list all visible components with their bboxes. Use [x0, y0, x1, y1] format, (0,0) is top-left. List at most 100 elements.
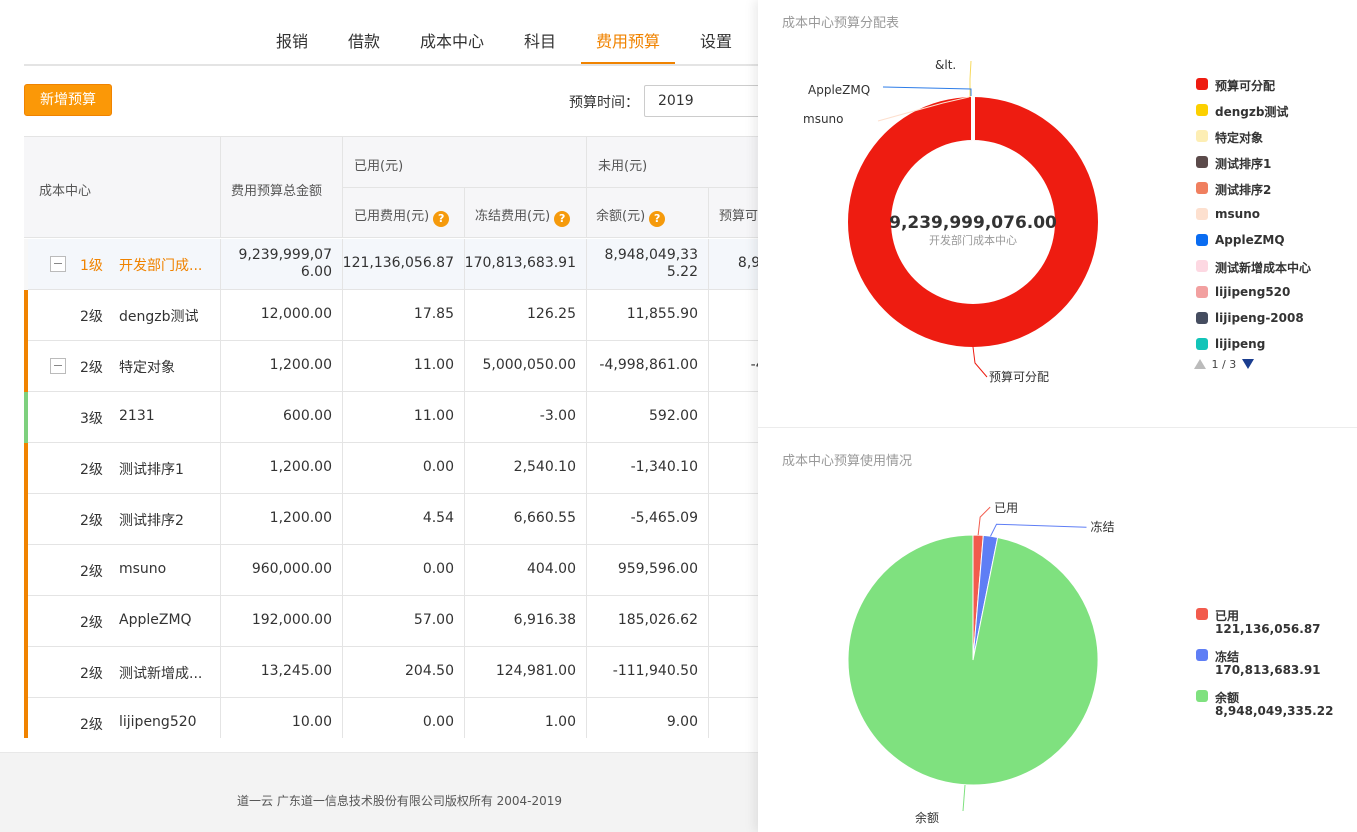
legend-label[interactable]: lijipeng: [1215, 337, 1265, 351]
cell-frozen: 404.00: [465, 545, 587, 596]
legend-label[interactable]: 测试新增成本中心: [1215, 259, 1311, 276]
cell-cost-center: 1级 开发部门成...: [24, 239, 221, 290]
cell-total: 192,000.00: [221, 596, 343, 647]
tab-cost-center[interactable]: 成本中心: [420, 28, 484, 64]
legend-swatch[interactable]: [1196, 78, 1208, 90]
cell-cost-center: 2级 测试新增成...: [24, 647, 221, 698]
header-used-expense: 已用费用(元)?: [343, 188, 465, 238]
cell-available: [709, 494, 760, 545]
add-budget-button[interactable]: 新增预算: [24, 84, 112, 116]
tab-subject[interactable]: 科目: [524, 28, 556, 64]
legend-swatch[interactable]: [1196, 690, 1208, 702]
cell-frozen-value: 6,916.38: [513, 612, 576, 628]
cell-frozen-value: 124,981.00: [495, 663, 576, 679]
legend-label[interactable]: lijipeng-2008: [1215, 311, 1304, 325]
cell-used-value: 57.00: [413, 612, 454, 628]
budget-year-label: 预算时间：: [569, 95, 639, 111]
legend-swatch[interactable]: [1196, 649, 1208, 661]
table-row[interactable]: 2级 dengzb测试 12,000.00 17.85 126.25 11,855.90: [24, 290, 760, 341]
cell-frozen: 5,000,050.00: [465, 341, 587, 392]
tab-settings[interactable]: 设置: [700, 28, 732, 64]
legend-swatch[interactable]: [1196, 234, 1208, 246]
cell-used: 0.00: [343, 443, 465, 494]
table-row[interactable]: 2级 lijipeng520 10.00 0.00 1.00 9.00: [24, 698, 760, 738]
legend-swatch[interactable]: [1196, 130, 1208, 142]
legend-swatch[interactable]: [1196, 182, 1208, 194]
legend-label[interactable]: msuno: [1215, 207, 1260, 221]
legend-swatch[interactable]: [1196, 286, 1208, 298]
row-level: 3级: [80, 411, 103, 427]
legend-swatch[interactable]: [1196, 260, 1208, 272]
table-row[interactable]: 3级 2131 600.00 11.00 -3.00 592.00: [24, 392, 760, 443]
help-icon[interactable]: ?: [554, 211, 571, 227]
table-row[interactable]: 2级 AppleZMQ 192,000.00 57.00 6,916.38 185,026…: [24, 596, 760, 647]
callout-line: [977, 506, 991, 536]
cell-frozen: 124,981.00: [465, 647, 587, 698]
donut-center-label: 开发部门成本中心: [929, 233, 1017, 247]
legend-swatch[interactable]: [1196, 608, 1208, 620]
legend-swatch[interactable]: [1196, 156, 1208, 168]
cell-used: 121,136,056.87: [343, 239, 465, 290]
tab-expense-budget[interactable]: 费用预算: [581, 28, 675, 64]
cell-used-value: 0.00: [422, 459, 454, 475]
cell-cost-center: 2级 特定对象: [24, 341, 221, 392]
legend-label[interactable]: 测试排序2: [1215, 181, 1271, 198]
legend-swatch[interactable]: [1196, 104, 1208, 116]
cell-balance-value: 9.00: [666, 714, 698, 730]
legend-label[interactable]: lijipeng520: [1215, 285, 1290, 299]
pager-down-icon[interactable]: [1241, 359, 1254, 369]
pager-up-icon[interactable]: [1194, 359, 1206, 369]
table-row[interactable]: 2级 测试排序2 1,200.00 4.54 6,660.55 -5,465.09: [24, 494, 760, 545]
cell-frozen-value: 170,813,683.91: [464, 255, 576, 271]
legend-label[interactable]: 测试排序1: [1215, 155, 1271, 172]
row-level: 1级: [80, 258, 103, 274]
top-nav: 报销 借款 成本中心 科目 费用预算 设置: [24, 0, 760, 66]
row-name: AppleZMQ: [119, 612, 192, 628]
legend-pager: 1 / 3: [1194, 358, 1254, 371]
collapse-toggle-icon[interactable]: [50, 256, 66, 272]
table-row[interactable]: 2级 msuno 960,000.00 0.00 404.00 959,596.00 9: [24, 545, 760, 596]
cell-used-value: 0.00: [422, 561, 454, 577]
header-unused-group-label: 未用(元): [598, 159, 648, 174]
cell-frozen: 2,540.10: [465, 443, 587, 494]
help-icon[interactable]: ?: [433, 211, 450, 227]
table-row[interactable]: 1级 开发部门成... 9,239,999,076.00 121,136,056.87…: [24, 239, 760, 290]
tab-loan[interactable]: 借款: [348, 28, 380, 64]
legend-label[interactable]: 特定对象: [1215, 129, 1263, 146]
pie-slice[interactable]: [847, 534, 1099, 786]
cell-balance-value: -4,998,861.00: [599, 357, 698, 373]
tab-reimbursement[interactable]: 报销: [276, 28, 308, 64]
legend-swatch[interactable]: [1196, 338, 1208, 350]
table-row[interactable]: 2级 测试新增成... 13,245.00 204.50 124,981.00 -111,…: [24, 647, 760, 698]
cell-total-value: 960,000.00: [251, 561, 332, 577]
cell-balance-value: 592.00: [649, 408, 698, 424]
help-icon[interactable]: ?: [649, 211, 666, 227]
callout-label-frozen: 冻结: [1090, 519, 1114, 534]
cell-frozen-value: 126.25: [527, 306, 576, 322]
callout-label-lt: &lt.: [935, 58, 956, 72]
cell-available: 9: [709, 545, 760, 596]
cell-balance: 592.00: [587, 392, 709, 443]
legend-label[interactable]: AppleZMQ: [1215, 233, 1285, 247]
cell-total-value: 13,245.00: [260, 663, 332, 679]
header-balance: 余额(元)?: [587, 188, 709, 238]
cell-balance: 959,596.00: [587, 545, 709, 596]
table-row[interactable]: 2级 特定对象 1,200.00 11.00 5,000,050.00 -4,998,86…: [24, 341, 760, 392]
cell-balance-value: -1,340.10: [630, 459, 698, 475]
cell-total: 13,245.00: [221, 647, 343, 698]
legend-swatch[interactable]: [1196, 312, 1208, 324]
legend-swatch[interactable]: [1196, 208, 1208, 220]
collapse-toggle-icon[interactable]: [50, 358, 66, 374]
cell-frozen-value: 5,000,050.00: [482, 357, 576, 373]
app-root: 报销 借款 成本中心 科目 费用预算 设置 新增预算 预算时间： 2019 成本…: [0, 0, 1357, 832]
cell-total-value: 1,200.00: [269, 357, 332, 373]
budget-year-select[interactable]: 2019: [644, 85, 774, 117]
legend-label[interactable]: 预算可分配: [1215, 77, 1275, 94]
cell-used: 17.85: [343, 290, 465, 341]
cell-frozen: -3.00: [465, 392, 587, 443]
chart-panel: 成本中心预算分配表 &lt. AppleZMQ msuno 预算可分配 9,239,99…: [758, 0, 1357, 832]
legend-label[interactable]: dengzb测试: [1215, 103, 1288, 120]
legend-value: 121,136,056.87: [1215, 622, 1321, 636]
table-row[interactable]: 2级 测试排序1 1,200.00 0.00 2,540.10 -1,340.10: [24, 443, 760, 494]
cell-balance: -5,465.09: [587, 494, 709, 545]
